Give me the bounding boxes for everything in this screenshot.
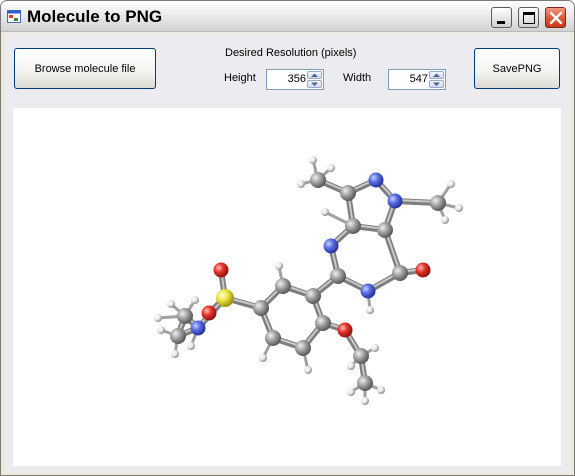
hydrogen-atom — [297, 180, 305, 188]
hydrogen-atom — [167, 300, 175, 308]
arrow-up-icon — [311, 73, 318, 77]
hydrogen-atom — [347, 388, 355, 396]
hydrogen-atom — [275, 262, 283, 270]
molecule-bonds — [157, 159, 460, 401]
minimize-button[interactable] — [491, 7, 512, 28]
carbon-atom — [377, 222, 393, 238]
carbon-atom — [345, 218, 361, 234]
width-stepper-arrows[interactable] — [429, 71, 444, 88]
carbon-atom — [265, 330, 281, 346]
arrow-down-icon — [433, 82, 440, 86]
hydrogen-atom — [447, 180, 455, 188]
hydrogen-atom — [377, 386, 385, 394]
save-png-button[interactable]: SavePNG — [474, 48, 560, 89]
app-window: Molecule to PNG Browse molecule file Des… — [0, 0, 575, 476]
carbon-atom — [170, 328, 186, 344]
height-stepper[interactable]: 356 — [266, 69, 324, 90]
browse-molecule-button[interactable]: Browse molecule file — [14, 48, 156, 89]
close-button[interactable] — [545, 7, 566, 28]
hydrogen-atom — [259, 354, 267, 362]
form-client-area: Browse molecule file Desired Resolution … — [5, 33, 570, 473]
resolution-label: Desired Resolution (pixels) — [225, 47, 357, 59]
hydrogen-atom — [321, 208, 329, 216]
sulfur-atom — [216, 289, 234, 307]
height-stepper-arrows[interactable] — [307, 71, 322, 88]
carbon-atom — [253, 300, 269, 316]
carbon-atom — [330, 268, 346, 284]
molecule-atoms — [154, 156, 463, 405]
hydrogen-atom — [371, 344, 379, 352]
nitrogen-atom — [387, 193, 403, 209]
height-value[interactable]: 356 — [288, 73, 306, 85]
width-label: Width — [343, 72, 372, 84]
minimize-icon — [497, 21, 505, 24]
molecule-image — [154, 156, 463, 405]
oxygen-atom — [201, 305, 217, 321]
carbon-atom — [295, 340, 311, 356]
nitrogen-atom — [190, 320, 206, 336]
hydrogen-atom — [191, 296, 199, 304]
oxygen-atom — [337, 322, 353, 338]
carbon-atom — [310, 172, 326, 188]
height-label: Height — [224, 72, 256, 84]
hydrogen-atom — [309, 156, 317, 164]
oxygen-atom — [415, 262, 431, 278]
hydrogen-atom — [304, 366, 312, 374]
carbon-atom — [392, 265, 408, 281]
title-bar[interactable]: Molecule to PNG — [1, 1, 574, 32]
width-stepper[interactable]: 547 — [388, 69, 446, 90]
oxygen-atom — [213, 262, 229, 278]
app-window-icon — [7, 10, 21, 23]
hydrogen-atom — [187, 342, 195, 350]
width-decrement-button[interactable] — [429, 80, 444, 88]
carbon-atom — [353, 348, 369, 364]
nitrogen-atom — [360, 283, 376, 299]
hydrogen-atom — [347, 362, 355, 370]
carbon-atom — [315, 315, 331, 331]
hydrogen-atom — [366, 306, 374, 314]
hydrogen-atom — [171, 350, 179, 358]
carbon-atom — [430, 195, 446, 211]
carbon-atom — [177, 308, 193, 324]
nitrogen-atom — [323, 238, 339, 254]
maximize-button[interactable] — [518, 7, 539, 28]
hydrogen-atom — [157, 326, 165, 334]
carbon-atom — [275, 278, 291, 294]
width-value[interactable]: 547 — [410, 73, 428, 85]
hydrogen-atom — [361, 397, 369, 405]
arrow-up-icon — [433, 73, 440, 77]
width-increment-button[interactable] — [429, 71, 444, 79]
hydrogen-atom — [154, 314, 162, 322]
molecule-render-canvas — [13, 108, 561, 466]
nitrogen-atom — [368, 172, 384, 188]
close-icon — [549, 11, 563, 25]
maximize-icon — [523, 12, 535, 24]
carbon-atom — [357, 375, 373, 391]
hydrogen-atom — [455, 204, 463, 212]
carbon-atom — [340, 185, 356, 201]
hydrogen-atom — [441, 216, 449, 224]
window-title: Molecule to PNG — [27, 7, 163, 26]
height-increment-button[interactable] — [307, 71, 322, 79]
hydrogen-atom — [327, 164, 335, 172]
carbon-atom — [305, 288, 321, 304]
arrow-down-icon — [311, 82, 318, 86]
height-decrement-button[interactable] — [307, 80, 322, 88]
